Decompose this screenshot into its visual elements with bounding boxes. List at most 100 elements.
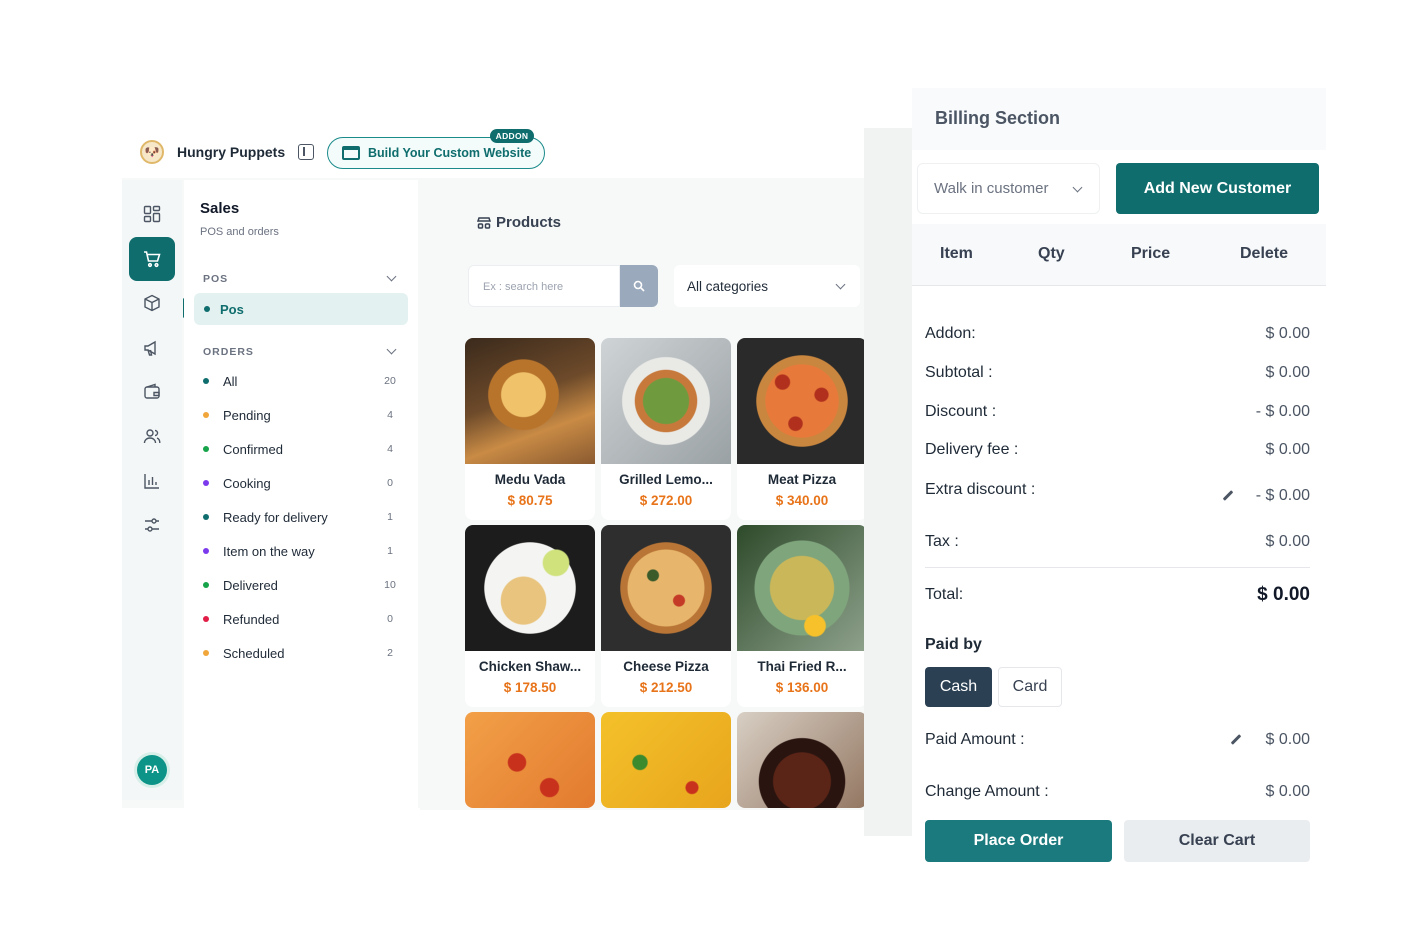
sidebar-item-on-the-way[interactable]: Item on the way 1 xyxy=(200,540,400,562)
category-select[interactable]: All categories xyxy=(674,265,860,307)
cart-nav-button[interactable] xyxy=(129,237,175,281)
products-header: Products xyxy=(476,214,561,231)
product-card[interactable]: Grilled Lemo... $ 272.00 xyxy=(601,338,731,520)
change-amount-label: Change Amount : xyxy=(925,783,1049,800)
order-label: Refunded xyxy=(223,611,280,627)
status-dot xyxy=(203,446,209,452)
order-count: 4 xyxy=(387,443,393,455)
cash-button[interactable]: Cash xyxy=(925,667,992,707)
clear-cart-button[interactable]: Clear Cart xyxy=(1124,820,1310,862)
order-count: 20 xyxy=(384,375,396,387)
status-dot xyxy=(203,616,209,622)
subtotal-label: Subtotal : xyxy=(925,364,993,381)
product-card[interactable]: Medu Vada $ 80.75 xyxy=(465,338,595,520)
settings-sliders-icon[interactable] xyxy=(140,513,164,537)
product-card[interactable]: Thai Fried R... $ 136.00 xyxy=(737,525,867,707)
status-dot xyxy=(203,582,209,588)
card-button[interactable]: Card xyxy=(998,667,1062,707)
order-label: All xyxy=(223,373,238,389)
order-label: Scheduled xyxy=(223,645,285,661)
paid-amount-value: $ 0.00 xyxy=(1265,731,1310,748)
products-title: Products xyxy=(496,214,562,231)
search-input[interactable]: Ex : search here xyxy=(468,265,620,307)
users-icon[interactable] xyxy=(140,424,164,448)
product-card[interactable]: Meat Pizza $ 340.00 xyxy=(737,338,867,520)
product-card[interactable] xyxy=(465,712,595,808)
delivery-fee-value: $ 0.00 xyxy=(1265,441,1310,458)
order-label: Confirmed xyxy=(223,441,283,457)
column-delete: Delete xyxy=(1240,245,1289,262)
product-price: $ 136.00 xyxy=(775,680,829,695)
sidebar-item-scheduled[interactable]: Scheduled 2 xyxy=(200,642,400,664)
order-count: 0 xyxy=(387,477,393,489)
product-card[interactable]: Chicken Shaw... $ 178.50 xyxy=(465,525,595,707)
sidebar-item-delivered[interactable]: Delivered 10 xyxy=(200,574,400,596)
sidebar-toggle-icon[interactable] xyxy=(298,144,314,160)
order-count: 1 xyxy=(387,545,393,557)
order-count: 2 xyxy=(387,647,393,659)
product-name: Medu Vada xyxy=(494,472,566,487)
divider xyxy=(925,567,1310,568)
brand-logo: 🐶 xyxy=(140,140,164,164)
store-icon xyxy=(342,146,360,160)
product-image xyxy=(737,338,867,464)
extra-discount-value: - $ 0.00 xyxy=(1255,487,1310,504)
product-image xyxy=(465,338,595,464)
customer-value: Walk in customer xyxy=(934,180,1049,197)
discount-value: - $ 0.00 xyxy=(1255,403,1310,420)
order-count: 4 xyxy=(387,409,393,421)
customer-select[interactable]: Walk in customer xyxy=(917,163,1100,214)
billing-title: Billing Section xyxy=(935,108,1061,128)
status-dot xyxy=(203,650,209,656)
product-name: Meat Pizza xyxy=(767,472,837,487)
status-dot xyxy=(203,480,209,486)
status-dot xyxy=(203,412,209,418)
product-image xyxy=(737,525,867,651)
box-icon[interactable] xyxy=(140,291,164,315)
addon-label: Addon: xyxy=(925,325,976,342)
order-count: 10 xyxy=(384,579,396,591)
user-avatar[interactable]: PA xyxy=(137,755,167,785)
sidebar-item-refunded[interactable]: Refunded 0 xyxy=(200,608,400,630)
total-value: $ 0.00 xyxy=(1257,584,1310,605)
sidebar-item-cooking[interactable]: Cooking 0 xyxy=(200,472,400,494)
place-order-button[interactable]: Place Order xyxy=(925,820,1112,862)
product-price: $ 178.50 xyxy=(503,680,557,695)
order-label: Pending xyxy=(223,407,271,423)
product-card[interactable] xyxy=(737,712,867,808)
product-card[interactable] xyxy=(601,712,731,808)
pos-label: Pos xyxy=(220,301,244,317)
wallet-icon[interactable] xyxy=(140,380,164,404)
order-label: Delivered xyxy=(223,577,278,593)
column-item: Item xyxy=(940,245,973,262)
order-count: 1 xyxy=(387,511,393,523)
build-website-label: Build Your Custom Website xyxy=(368,146,532,160)
pos-dot xyxy=(204,306,210,312)
addon-badge: ADDON xyxy=(490,129,534,143)
dashboard-icon[interactable] xyxy=(140,202,164,226)
brand-name: Hungry Puppets xyxy=(177,144,286,160)
sidebar-subtitle: POS and orders xyxy=(200,226,279,238)
product-name: Thai Fried R... xyxy=(757,659,847,674)
sidebar-item-pending[interactable]: Pending 4 xyxy=(200,404,400,426)
sidebar-item-confirmed[interactable]: Confirmed 4 xyxy=(200,438,400,460)
product-price: $ 340.00 xyxy=(775,493,829,508)
sidebar-title: Sales xyxy=(200,200,240,217)
chevron-down-icon xyxy=(1072,182,1083,193)
orders-section-header[interactable]: ORDERS xyxy=(203,346,254,358)
sidebar-item-all[interactable]: All 20 xyxy=(200,370,400,392)
pos-section-header[interactable]: POS xyxy=(203,273,228,285)
add-customer-button[interactable]: Add New Customer xyxy=(1116,163,1319,214)
status-dot xyxy=(203,548,209,554)
order-label: Item on the way xyxy=(223,543,315,559)
megaphone-icon[interactable] xyxy=(140,336,164,360)
search-icon xyxy=(633,280,645,292)
product-image xyxy=(601,338,731,464)
chevron-down-icon xyxy=(835,279,846,290)
search-button[interactable] xyxy=(620,265,658,307)
product-card[interactable]: Cheese Pizza $ 212.50 xyxy=(601,525,731,707)
bar-chart-icon[interactable] xyxy=(140,469,164,493)
paid-amount-label: Paid Amount : xyxy=(925,731,1025,748)
sidebar-item-ready-for-delivery[interactable]: Ready for delivery 1 xyxy=(200,506,400,528)
sidebar-item-pos[interactable]: Pos xyxy=(194,293,408,325)
